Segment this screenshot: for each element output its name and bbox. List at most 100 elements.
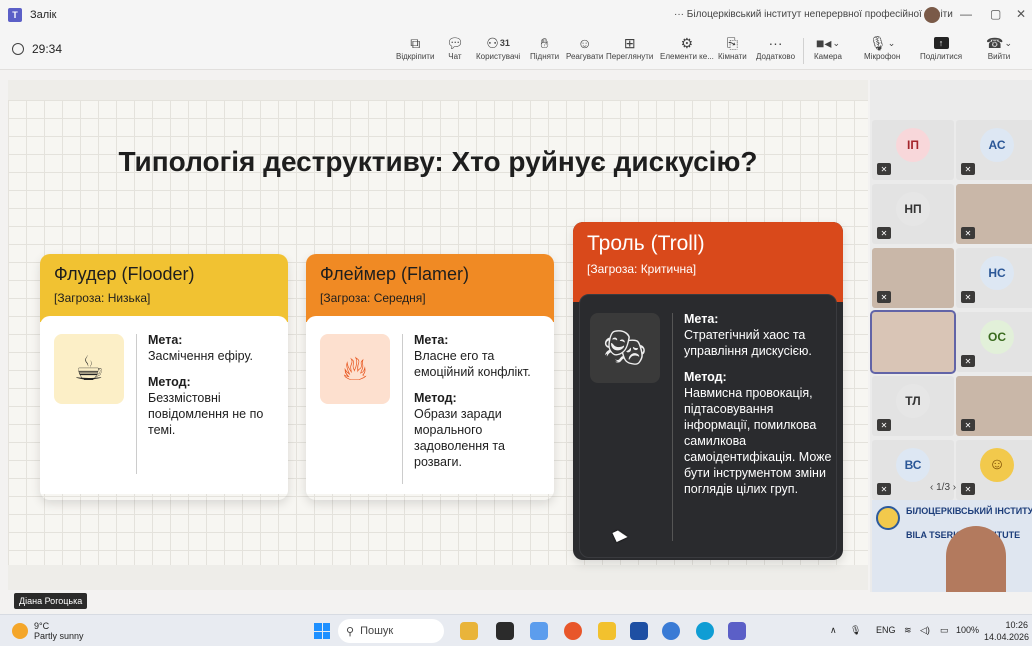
participant-tile[interactable]: НС ✕ <box>956 248 1032 308</box>
react-label: Реагувати <box>566 52 604 61</box>
mic-button[interactable]: 🎙︎ ⌄ Мікрофон <box>864 34 900 61</box>
card-name: Флеймер (Flamer) <box>320 264 470 284</box>
method-text: Навмисна провокація, підтасовування інфо… <box>684 386 832 496</box>
avatar: ТЛ <box>896 384 930 418</box>
more-label: Додатково <box>756 52 796 61</box>
apps-button[interactable]: ⚙ Елементи ке... <box>660 34 714 61</box>
raise-hand-button[interactable]: ✋︎ Підняти <box>530 34 559 61</box>
search-icon: ⚲ <box>346 625 355 638</box>
battery-icon[interactable]: ▭ <box>940 625 949 636</box>
close-icon[interactable]: ✕ <box>1016 7 1026 21</box>
taskbar-app-icon[interactable] <box>460 622 478 640</box>
weather-widget[interactable]: 9°C Partly sunny <box>12 621 84 641</box>
participant-tile[interactable]: ІП ✕ <box>872 120 954 180</box>
participant-video-speaking[interactable] <box>870 310 956 374</box>
people-button[interactable]: ⚇ 31 Користувачі <box>476 34 520 61</box>
mic-off-icon: ✕ <box>877 163 891 175</box>
card-name: Троль (Troll) <box>587 232 705 255</box>
shield-icon <box>12 43 24 55</box>
participant-tile[interactable]: ☺ ✕ <box>956 440 1032 500</box>
method-text: Образи заради морального задоволення та … <box>414 407 505 469</box>
chrome-icon[interactable] <box>662 622 680 640</box>
more-icon: ··· <box>768 35 783 51</box>
mic-off-icon: ✕ <box>961 355 975 367</box>
react-button[interactable]: ☺ Реагувати <box>566 34 603 61</box>
goal-text: Стратегічний хаос та управління дискусіє… <box>684 328 812 358</box>
window-titlebar: T Залік ··· Білоцерківський інститут неп… <box>0 0 1032 30</box>
card-text: Мета: Засмічення ефіру. Метод: Беззмісто… <box>148 332 276 438</box>
mic-off-icon: ✕ <box>961 419 975 431</box>
goal-label: Мета: <box>148 333 183 347</box>
rooms-button[interactable]: ⎘ Кімнати <box>718 34 747 61</box>
more-button[interactable]: ··· Додатково <box>756 34 795 61</box>
edge-icon[interactable] <box>696 622 714 640</box>
mic-off-icon: ✕ <box>961 483 975 495</box>
mic-tray-icon[interactable]: 🎙︎ <box>850 625 861 636</box>
apps-label: Елементи ке... <box>660 52 714 61</box>
divider <box>672 313 673 541</box>
people-count: 31 <box>499 38 510 48</box>
card-header: Троль (Troll) [Загроза: Критична] <box>573 222 843 302</box>
chat-button[interactable]: 💬︎ Чат <box>446 34 464 61</box>
apps-icon: ⚙ <box>680 35 694 51</box>
avatar: НС <box>980 256 1014 290</box>
camera-button[interactable]: ■◂ ⌄ Камера <box>814 34 842 61</box>
clock[interactable]: 10:26 14.04.2026 <box>984 619 1029 643</box>
leave-button[interactable]: ☎ ⌄ Вийти <box>986 34 1012 61</box>
file-explorer-icon[interactable] <box>598 622 616 640</box>
view-button[interactable]: ⊞ Переглянути <box>606 34 653 61</box>
participant-tile[interactable]: ОС ✕ <box>956 312 1032 372</box>
goal-label: Мета: <box>684 312 719 326</box>
camera-icon: ■◂ ⌄ <box>815 35 840 51</box>
maximize-icon[interactable]: ▢ <box>990 7 1001 21</box>
page-indicator: 1/3 <box>936 482 951 493</box>
unpin-button[interactable]: ⧉ Відкріпити <box>396 34 434 61</box>
terminal-icon[interactable] <box>496 622 514 640</box>
raise-hand-label: Підняти <box>530 52 560 61</box>
people-label: Користувачі <box>476 52 521 61</box>
copilot-icon[interactable] <box>530 622 548 640</box>
camera-label: Камера <box>814 52 842 61</box>
temperature: 9°C <box>34 621 50 631</box>
rooms-label: Кімнати <box>718 52 747 61</box>
gallery-pager[interactable]: ‹ 1/3 › <box>930 482 956 493</box>
card-troll: Троль (Troll) [Загроза: Критична] 🎭︎ Мет… <box>573 222 843 560</box>
view-icon: ⊞ <box>623 35 636 51</box>
profile-avatar[interactable] <box>924 7 940 23</box>
shared-screen: Типологія деструктиву: Хто руйнує дискус… <box>8 80 868 590</box>
mic-off-icon: ✕ <box>877 419 891 431</box>
participant-video[interactable]: ✕ <box>956 184 1032 244</box>
language-indicator[interactable]: ENG <box>876 625 896 635</box>
browser-icon[interactable] <box>564 622 582 640</box>
people-icon: ⚇ 31 <box>486 35 510 51</box>
store-icon[interactable] <box>630 622 648 640</box>
volume-icon[interactable]: ◁) <box>920 625 930 636</box>
card-header: Флудер (Flooder) [Загроза: Низька] <box>40 254 288 322</box>
goal-text: Засмічення ефіру. <box>148 349 253 363</box>
windows-start-icon[interactable] <box>314 623 330 639</box>
taskbar-search[interactable]: ⚲ Пошук <box>338 619 444 643</box>
meeting-toolbar: 29:34 ⧉ Відкріпити 💬︎ Чат ⚇ 31 Користувачі ✋… <box>0 30 1032 70</box>
participant-tile[interactable]: ТЛ ✕ <box>872 376 954 436</box>
mic-off-icon: ✕ <box>877 291 891 303</box>
card-text: Мета: Власне его та емоційний конфлікт. … <box>414 332 546 470</box>
participant-video[interactable]: ✕ <box>872 248 954 308</box>
share-icon: ↑ <box>933 34 949 52</box>
participant-tile[interactable]: АС ✕ <box>956 120 1032 180</box>
card-body: 🔥︎ Мета: Власне его та емоційний конфлік… <box>306 316 554 494</box>
participant-tile[interactable]: НП ✕ <box>872 184 954 244</box>
institute-logo <box>876 506 900 530</box>
tray-chevron-icon[interactable]: ∧ <box>830 625 837 636</box>
share-button[interactable]: ↑ Поділитися <box>920 34 962 61</box>
wifi-icon[interactable]: ≋ <box>904 625 912 636</box>
mic-off-icon: ✕ <box>877 227 891 239</box>
method-label: Метод: <box>684 370 727 384</box>
mic-label: Мікрофон <box>864 52 901 61</box>
card-flamer: Флеймер (Flamer) [Загроза: Середня] 🔥︎ М… <box>306 254 554 500</box>
more-dots[interactable]: ··· <box>674 9 684 20</box>
react-icon: ☺ <box>577 35 592 51</box>
participant-video[interactable]: ✕ <box>956 376 1032 436</box>
presenter-video[interactable]: БІЛОЦЕРКІВСЬКИЙ ІНСТИТУТ BILA TSERKVA IN… <box>872 500 1032 592</box>
teams-taskbar-icon[interactable] <box>728 622 746 640</box>
minimize-icon[interactable]: — <box>960 7 972 21</box>
